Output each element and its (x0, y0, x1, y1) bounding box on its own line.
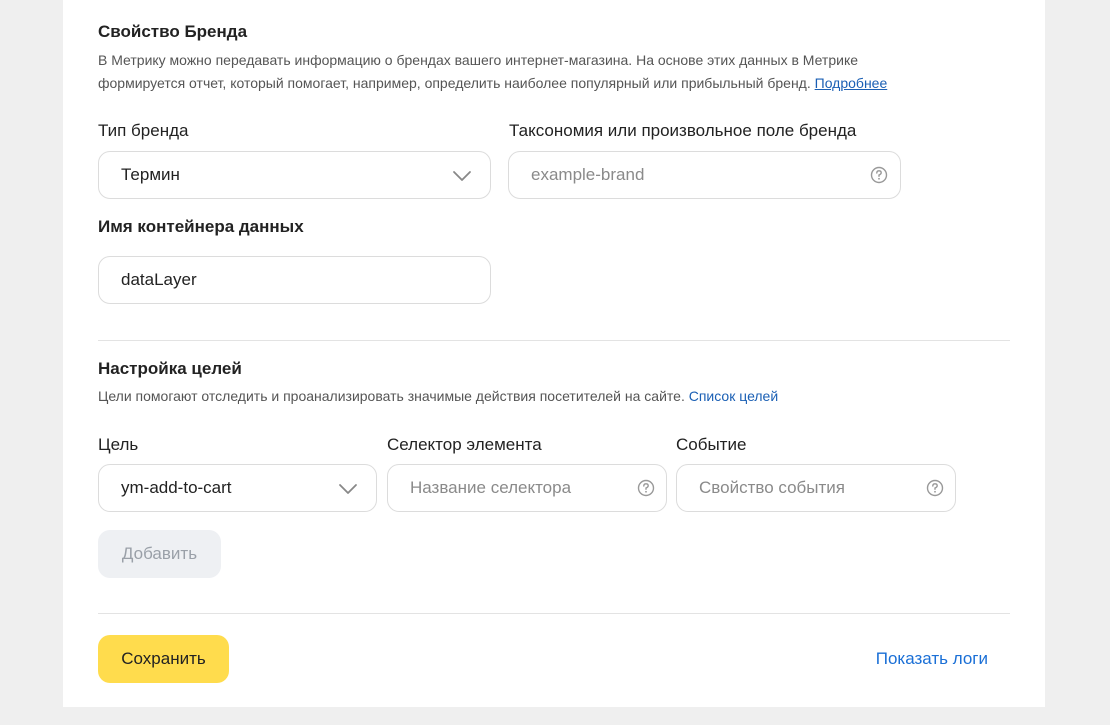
chevron-down-icon (453, 171, 471, 181)
goal-value: ym-add-to-cart (121, 478, 232, 497)
event-placeholder: Свойство события (699, 478, 845, 497)
more-link[interactable]: Подробнее (815, 75, 888, 91)
selector-input[interactable]: Название селектора (387, 464, 667, 512)
container-value: dataLayer (121, 270, 197, 289)
taxonomy-input[interactable]: example-brand (508, 151, 901, 199)
footer-divider (98, 613, 1010, 614)
brand-section-title: Свойство Бренда (98, 22, 248, 41)
section-divider (98, 340, 1010, 341)
save-button[interactable]: Сохранить (98, 635, 229, 683)
taxonomy-label: Таксономия или произвольное поле бренда (509, 121, 857, 140)
selector-label: Селектор элемента (387, 435, 542, 454)
taxonomy-placeholder: example-brand (531, 165, 645, 184)
goals-list-link[interactable]: Список целей (689, 388, 778, 404)
help-icon[interactable] (925, 478, 945, 498)
brand-type-select[interactable]: Термин (98, 151, 491, 199)
goals-section-title: Настройка целей (98, 359, 242, 378)
goal-select[interactable]: ym-add-to-cart (98, 464, 377, 512)
goals-desc-text: Цели помогают отследить и проанализирова… (98, 388, 685, 404)
add-goal-button[interactable]: Добавить (98, 530, 221, 578)
brand-type-label: Тип бренда (98, 121, 189, 140)
brand-desc-line2: формируется отчет, который помогает, нап… (98, 75, 811, 91)
help-icon[interactable] (636, 478, 656, 498)
help-icon[interactable] (869, 165, 889, 185)
container-label: Имя контейнера данных (98, 217, 304, 236)
chevron-down-icon (339, 484, 357, 494)
goal-label: Цель (98, 435, 139, 454)
selector-placeholder: Название селектора (410, 478, 572, 497)
event-input[interactable]: Свойство события (676, 464, 956, 512)
show-logs-link[interactable]: Показать логи (876, 649, 988, 669)
goals-description: Цели помогают отследить и проанализирова… (98, 385, 998, 408)
event-label: Событие (676, 435, 747, 454)
container-input[interactable]: dataLayer (98, 256, 491, 304)
brand-description: В Метрику можно передавать информацию о … (98, 49, 998, 95)
brand-desc-line1: В Метрику можно передавать информацию о … (98, 52, 859, 68)
brand-type-value: Термин (121, 165, 180, 184)
settings-card: Свойство Бренда В Метрику можно передава… (63, 0, 1045, 707)
